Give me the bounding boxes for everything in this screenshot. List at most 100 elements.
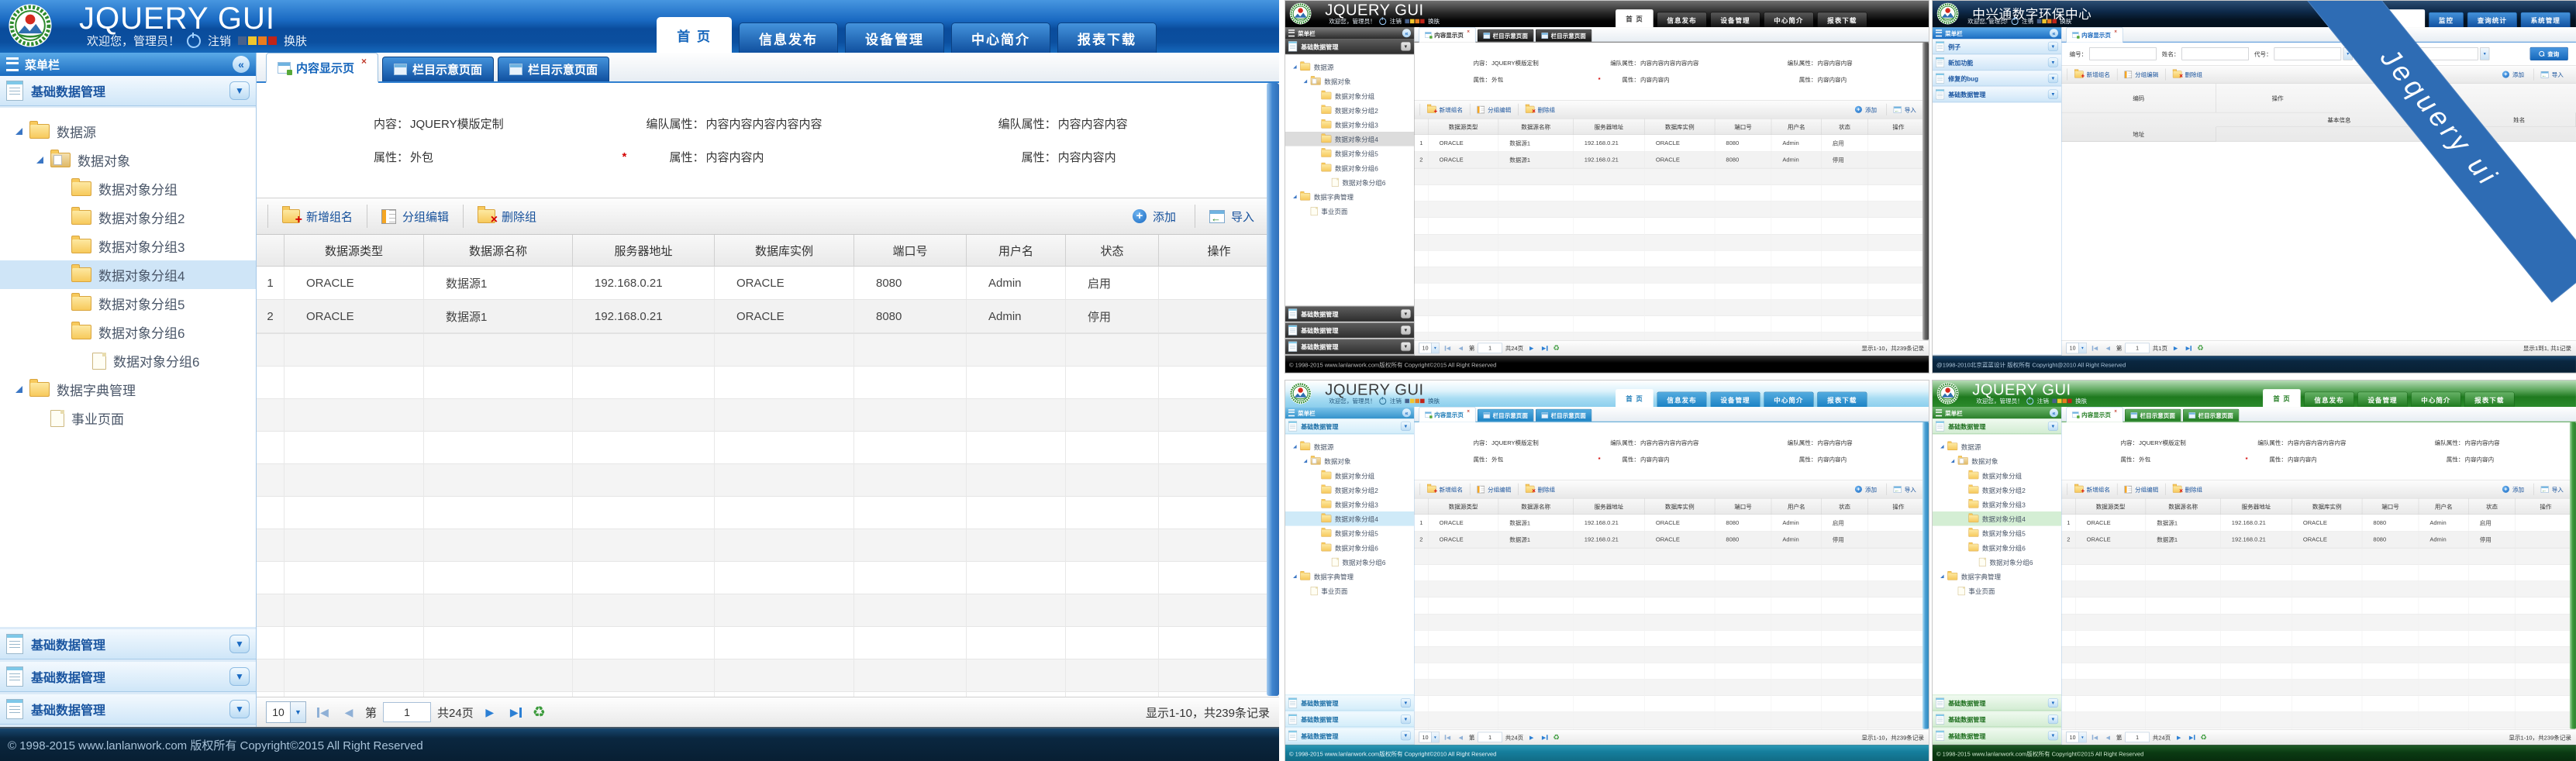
content-tab[interactable]: 栏目示意页面 × — [498, 57, 609, 81]
logout-link[interactable]: 注销 — [2022, 17, 2033, 26]
nav-tab[interactable]: 中心简介 — [1764, 12, 1813, 28]
tree-node[interactable]: 数据对象分组 — [1933, 468, 2061, 483]
skin-swatches[interactable] — [238, 36, 277, 45]
nav-tab[interactable]: 首 页 — [657, 17, 732, 53]
accordion-header[interactable]: 新加功能 ▼ — [1933, 55, 2061, 71]
tree-expand-icon[interactable] — [1940, 574, 1944, 578]
change-skin-link[interactable]: 换肤 — [2060, 17, 2071, 26]
tree-expand-icon[interactable] — [1304, 209, 1308, 213]
nav-tab[interactable]: 设备管理 — [1710, 392, 1760, 408]
last-page-button[interactable]: ▶ — [1540, 732, 1550, 742]
logout-link[interactable]: 注销 — [2037, 397, 2049, 405]
accordion-toggle-button[interactable]: ▼ — [2048, 731, 2058, 740]
tree-expand-icon[interactable] — [1961, 517, 1965, 521]
tree-expand-icon[interactable] — [1961, 488, 1965, 492]
tree-node[interactable]: 数据对象分组5 — [1933, 526, 2061, 541]
content-vertical-scrollbar[interactable] — [2570, 422, 2576, 729]
tree-node[interactable]: 数据对象分组 — [0, 174, 256, 203]
toolbar-button[interactable]: 删除组 — [2165, 69, 2209, 81]
toolbar-button[interactable]: 新增组名 — [2067, 484, 2117, 495]
tree-expand-icon[interactable] — [1961, 546, 1965, 549]
page-number-input[interactable]: 1 — [2125, 732, 2149, 742]
tree-expand-icon[interactable] — [1304, 589, 1308, 593]
tree-expand-icon[interactable] — [57, 300, 64, 307]
tree-expand-icon[interactable] — [57, 271, 64, 278]
accordion-toggle-button[interactable]: ▼ — [229, 635, 250, 653]
sidebar-collapse-button[interactable]: « — [1402, 408, 1411, 417]
content-tab[interactable]: 栏目示意页面 × — [2183, 409, 2239, 422]
tree-expand-icon[interactable] — [1314, 94, 1318, 98]
change-skin-link[interactable]: 换肤 — [1428, 17, 1440, 26]
accordion-toggle-button[interactable]: ▼ — [229, 667, 250, 686]
tree-expand-icon[interactable] — [1951, 460, 1955, 463]
tree-node[interactable]: 数据对象分组3 — [1285, 117, 1414, 132]
nav-tab[interactable]: 设备管理 — [1710, 12, 1760, 28]
first-page-button[interactable]: ◀ — [1443, 732, 1453, 742]
tree-node[interactable]: 数据对象分组2 — [0, 203, 256, 232]
tree-node[interactable]: 数据字典管理 — [1933, 569, 2061, 584]
toolbar-button[interactable]: 导入 — [2533, 484, 2571, 495]
refresh-icon[interactable]: ♻ — [1553, 343, 1560, 353]
tree-node[interactable]: 数据对象分组5 — [0, 289, 256, 318]
toolbar-button[interactable]: 分组编辑 — [367, 205, 463, 228]
tree-expand-icon[interactable] — [1951, 589, 1955, 593]
next-page-button[interactable]: ▶ — [1526, 732, 1536, 742]
tree-node[interactable]: 数据对象分组2 — [1933, 483, 2061, 498]
accordion-toggle-button[interactable]: ▼ — [1401, 731, 1411, 740]
toolbar-button[interactable]: 导入 — [1886, 104, 1923, 115]
nav-tab[interactable]: 设备管理 — [845, 22, 944, 53]
tree-node[interactable]: 数据源 — [1285, 439, 1414, 454]
logout-link[interactable]: 注销 — [208, 33, 231, 49]
skin-swatches[interactable] — [1405, 399, 1424, 404]
tree-expand-icon[interactable] — [1961, 502, 1965, 506]
tree-expand-icon[interactable] — [36, 157, 43, 164]
toolbar-button[interactable]: 新增组名 — [1420, 104, 1470, 115]
tree-expand-icon[interactable] — [1314, 532, 1318, 535]
page-number-input[interactable]: 1 — [1478, 732, 1502, 742]
tree-node[interactable]: 数据对象 — [0, 146, 256, 174]
next-page-button[interactable]: ▶ — [480, 702, 500, 722]
skin-swatches[interactable] — [2037, 19, 2057, 24]
previous-page-button[interactable]: ◀ — [339, 702, 359, 722]
tree-expand-icon[interactable] — [1314, 108, 1318, 112]
previous-page-button[interactable]: ◀ — [2103, 732, 2113, 742]
tree-node[interactable]: 数据字典管理 — [1285, 569, 1414, 584]
tree-node[interactable]: 数据对象分组 — [1285, 88, 1414, 103]
nav-tab[interactable]: 首 页 — [1616, 389, 1654, 407]
tree-node[interactable]: 数据对象分组3 — [1285, 497, 1414, 511]
accordion-toggle-button[interactable]: ▼ — [2048, 715, 2058, 724]
last-page-button[interactable]: ▶ — [2184, 343, 2194, 353]
toolbar-button[interactable]: 分组编辑 — [1470, 104, 1518, 115]
accordion-toggle-button[interactable]: ▼ — [1401, 422, 1411, 431]
tree-expand-icon[interactable] — [1314, 122, 1318, 126]
tree-node[interactable]: 数据对象分组2 — [1285, 483, 1414, 498]
toolbar-button[interactable]: 删除组 — [1518, 104, 1562, 115]
accordion-header[interactable]: 修复的bug ▼ — [1933, 71, 2061, 87]
accordion-header[interactable]: 基础数据管理 ▼ — [1933, 728, 2061, 744]
tree-expand-icon[interactable] — [1961, 532, 1965, 535]
previous-page-button[interactable]: ◀ — [1456, 732, 1466, 742]
tree-node[interactable]: 事业页面 — [1285, 584, 1414, 598]
tree-node[interactable]: 事业页面 — [0, 404, 256, 432]
tree-expand-icon[interactable] — [57, 243, 64, 250]
nav-tab[interactable]: 信息发布 — [739, 22, 838, 53]
tab-close-icon[interactable]: × — [1467, 28, 1470, 34]
sidebar-collapse-button[interactable]: « — [233, 56, 250, 73]
previous-page-button[interactable]: ◀ — [2103, 343, 2113, 353]
first-page-button[interactable]: ◀ — [2090, 343, 2100, 353]
accordion-header[interactable]: 基础数据管理 ▼ — [1285, 728, 1414, 744]
content-tab[interactable]: 栏目示意页面 × — [382, 57, 494, 81]
content-tab[interactable]: 内容显示页 × — [266, 53, 378, 83]
tree-node[interactable]: 数据对象分组5 — [1285, 146, 1414, 161]
page-size-select[interactable]: 10 ▼ — [1419, 732, 1440, 742]
toolbar-button[interactable]: 删除组 — [1518, 484, 1562, 495]
table-row[interactable]: 2 ORACLE 数据源1 192.168.0.21 ORACLE 8080 A… — [257, 300, 1279, 333]
change-skin-link[interactable]: 换肤 — [2075, 397, 2087, 405]
toolbar-button[interactable]: 删除组 — [463, 205, 550, 228]
accordion-header[interactable]: 基础数据管理 ▼ — [0, 629, 256, 659]
accordion-toggle-button[interactable]: ▼ — [1401, 42, 1411, 51]
first-page-button[interactable]: ◀ — [1443, 343, 1453, 353]
page-size-select[interactable]: 10 ▼ — [2067, 343, 2087, 353]
tree-expand-icon[interactable] — [1325, 560, 1329, 564]
last-page-button[interactable]: ▶ — [2187, 732, 2197, 742]
